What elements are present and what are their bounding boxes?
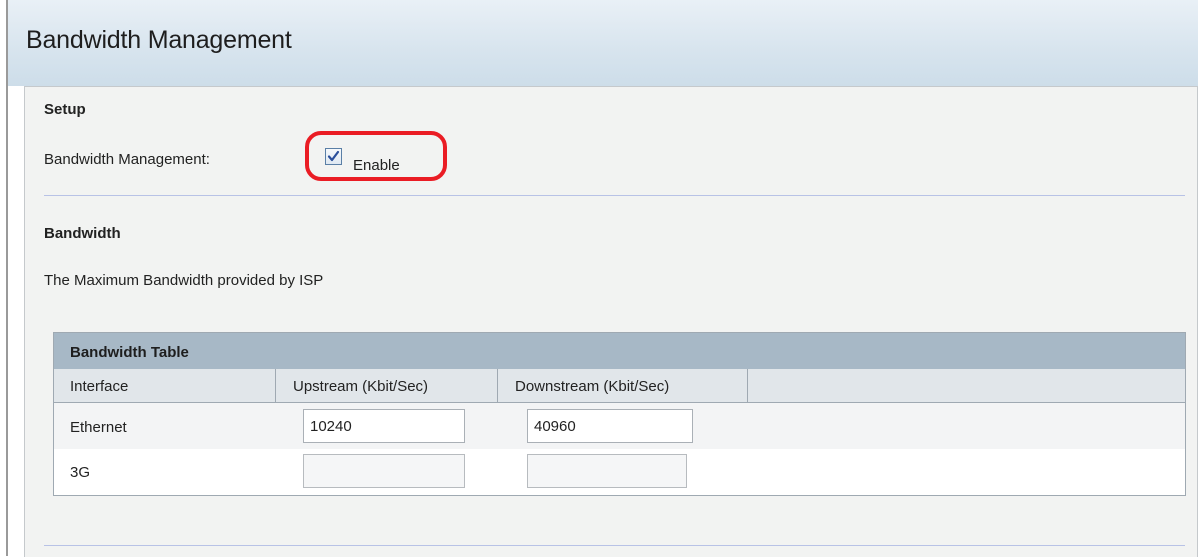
window-frame: Bandwidth Management Setup Bandwidth Man… bbox=[6, 0, 1198, 557]
bandwidth-management-label: Bandwidth Management: bbox=[44, 151, 210, 168]
table-title-bar: Bandwidth Table bbox=[54, 333, 1185, 369]
3g-upstream-input[interactable] bbox=[303, 454, 465, 488]
interface-name-ethernet: Ethernet bbox=[70, 419, 127, 436]
table-title: Bandwidth Table bbox=[70, 344, 189, 361]
column-header-upstream: Upstream (Kbit/Sec) bbox=[276, 369, 498, 403]
column-header-downstream: Downstream (Kbit/Sec) bbox=[498, 369, 748, 403]
interface-name-3g: 3G bbox=[70, 464, 91, 481]
checkmark-icon bbox=[327, 150, 340, 162]
bandwidth-heading: Bandwidth bbox=[44, 225, 121, 242]
setup-heading: Setup bbox=[44, 101, 86, 118]
ethernet-downstream-input[interactable] bbox=[527, 409, 693, 443]
content-panel: Setup Bandwidth Management: Enable Bandw… bbox=[24, 86, 1198, 557]
page-title: Bandwidth Management bbox=[26, 26, 292, 54]
title-bar: Bandwidth Management bbox=[8, 0, 1198, 86]
enable-checkbox[interactable] bbox=[325, 148, 342, 165]
column-header-empty bbox=[748, 369, 1185, 403]
bandwidth-table: Bandwidth Table Interface Upstream (Kbit… bbox=[53, 332, 1186, 496]
ethernet-upstream-input[interactable] bbox=[303, 409, 465, 443]
table-row: 3G bbox=[54, 449, 1185, 495]
bottom-divider bbox=[44, 545, 1185, 546]
setup-divider bbox=[44, 195, 1185, 196]
column-header-interface: Interface bbox=[54, 369, 276, 403]
table-row: Ethernet bbox=[54, 403, 1185, 449]
bandwidth-description: The Maximum Bandwidth provided by ISP bbox=[44, 272, 324, 289]
3g-downstream-input[interactable] bbox=[527, 454, 687, 488]
enable-label[interactable]: Enable bbox=[353, 157, 400, 174]
